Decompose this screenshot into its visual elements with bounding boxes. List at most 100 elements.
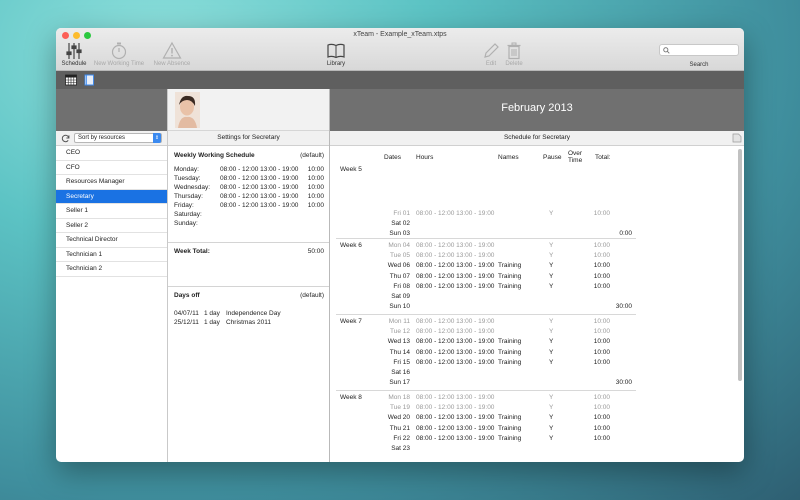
- day-off-name: Christmas 2011: [226, 319, 272, 326]
- calendar-grid-icon[interactable]: [65, 74, 77, 86]
- schedule-row[interactable]: Fri 22 08:00 - 12:00 13:00 - 19:00 Trainin…: [330, 435, 630, 445]
- schedule-date: Thu 14: [389, 348, 410, 356]
- week-divider: [336, 314, 636, 315]
- schedule-row[interactable]: Fri 01 08:00 - 12:00 13:00 - 19:00 Y 10:00: [330, 210, 630, 220]
- weekday-hours: 08:00 - 12:00 13:00 - 19:00: [220, 202, 299, 209]
- sidebar-item[interactable]: Secretary: [56, 189, 167, 204]
- schedule-row[interactable]: Tue 12 08:00 - 12:00 13:00 - 19:00 Y 10:00: [330, 328, 630, 338]
- schedule-pause: Y: [549, 424, 554, 432]
- schedule-hours: 08:00 - 12:00 13:00 - 19:00: [416, 338, 495, 346]
- weekday-total: 10:00: [307, 184, 324, 191]
- delete-button[interactable]: Delete: [502, 41, 526, 67]
- weekday-row: Saturday:: [174, 211, 324, 220]
- edit-button[interactable]: Edit: [480, 41, 502, 67]
- sort-select[interactable]: Sort by resources ⇕: [74, 133, 162, 143]
- sidebar-item[interactable]: Resources Manager: [56, 175, 167, 190]
- week-total-label: Week Total:: [174, 248, 210, 255]
- schedule-row[interactable]: Mon 18 08:00 - 12:00 13:00 - 19:00 Y 10:00: [330, 394, 630, 404]
- new-working-time-button[interactable]: New Working Time: [91, 41, 147, 67]
- schedule-row[interactable]: Wed 13 08:00 - 12:00 13:00 - 19:00 Trainin…: [330, 338, 630, 348]
- new-absence-button[interactable]: New Absence: [150, 41, 194, 67]
- weekly-schedule-title: Weekly Working Schedule: [174, 152, 255, 159]
- schedule-hours: 08:00 - 12:00 13:00 - 19:00: [416, 318, 495, 325]
- schedule-date: Thu 21: [389, 424, 410, 432]
- schedule-row[interactable]: Sat 02: [330, 220, 630, 230]
- schedule-row[interactable]: Thu 21 08:00 - 12:00 13:00 - 19:00 Trainin…: [330, 425, 630, 435]
- weekday-hours: 08:00 - 12:00 13:00 - 19:00: [220, 166, 299, 173]
- divider: [168, 286, 329, 287]
- weekday-label: Thursday:: [174, 193, 203, 200]
- day-off-date: 25/12/11: [174, 319, 199, 326]
- sidebar-item[interactable]: Seller 1: [56, 204, 167, 219]
- schedule-pause: Y: [549, 394, 554, 401]
- schedule-row[interactable]: Wed 20 08:00 - 12:00 13:00 - 19:00 Trainin…: [330, 414, 630, 424]
- weekly-default-label: (default): [300, 152, 324, 159]
- resources-list: CEO CFO Resources Manager Secretary Seller 1…: [56, 146, 167, 277]
- schedule-hours: 08:00 - 12:00 13:00 - 19:00: [416, 404, 495, 412]
- schedule-hours: 08:00 - 12:00 13:00 - 19:00: [416, 348, 495, 356]
- schedule-row[interactable]: Thu 14 08:00 - 12:00 13:00 - 19:00 Trainin…: [330, 349, 630, 359]
- weekday-total: 10:00: [307, 193, 324, 200]
- schedule-total: 10:00: [593, 328, 610, 336]
- schedule-name: Training: [498, 348, 522, 356]
- schedule-row[interactable]: Sat 09: [330, 293, 630, 303]
- app-window: xTeam - Example_xTeam.xtps Schedule New …: [56, 28, 744, 462]
- page-corner-icon[interactable]: [732, 133, 742, 143]
- schedule-date: Tue 19: [390, 404, 410, 412]
- schedule-pause: Y: [549, 434, 554, 442]
- schedule-total: 10:00: [593, 318, 610, 325]
- new-working-time-label: New Working Time: [93, 61, 145, 67]
- schedule-row[interactable]: Mon 11 08:00 - 12:00 13:00 - 19:00 Y 10:00: [330, 318, 630, 328]
- days-off-heading: Days off (default): [174, 292, 324, 299]
- schedule-row[interactable]: Sun 10: [330, 303, 630, 313]
- week-total: 30:00: [615, 303, 632, 311]
- col-pause: Pause: [543, 154, 562, 161]
- sort-select-value: Sort by resources: [78, 135, 126, 141]
- sidebar-item[interactable]: CEO: [56, 146, 167, 161]
- sidebar-item[interactable]: Seller 2: [56, 219, 167, 233]
- day-off-length: 1 day: [204, 310, 220, 317]
- schedule-total: 10:00: [593, 338, 610, 346]
- schedule-total: 10:00: [593, 252, 610, 260]
- schedule-hours: 08:00 - 12:00 13:00 - 19:00: [416, 242, 495, 249]
- schedule-date: Thu 07: [389, 272, 410, 280]
- sidebar-item[interactable]: Technician 2: [56, 262, 167, 277]
- schedule-row[interactable]: Tue 19 08:00 - 12:00 13:00 - 19:00 Y 10:00: [330, 404, 630, 414]
- schedule-hours: 08:00 - 12:00 13:00 - 19:00: [416, 272, 495, 280]
- schedule-hours: 08:00 - 12:00 13:00 - 19:00: [416, 262, 495, 270]
- weekday-row: Thursday: 08:00 - 12:00 13:00 - 19:00 10:0…: [174, 193, 324, 202]
- schedule-row[interactable]: Fri 08 08:00 - 12:00 13:00 - 19:00 Trainin…: [330, 283, 630, 293]
- schedule-hours: 08:00 - 12:00 13:00 - 19:00: [416, 282, 495, 290]
- notebook-icon[interactable]: [83, 74, 95, 86]
- schedule-date: Fri 08: [393, 282, 410, 290]
- schedule-date: Sun 10: [389, 303, 410, 311]
- schedule-label: Schedule: [61, 61, 87, 67]
- sidebar-item[interactable]: Technical Director: [56, 233, 167, 248]
- sidebar-item[interactable]: CFO: [56, 161, 167, 175]
- schedule-pause: Y: [549, 404, 554, 412]
- schedule-button[interactable]: Schedule: [60, 41, 88, 67]
- schedule-pause: Y: [549, 272, 554, 280]
- schedule-row[interactable]: Thu 07 08:00 - 12:00 13:00 - 19:00 Trainin…: [330, 273, 630, 283]
- schedule-date: Mon 04: [388, 242, 410, 249]
- schedule-row[interactable]: Sat 16: [330, 369, 630, 379]
- schedule-row[interactable]: Sat 23: [330, 445, 630, 455]
- schedule-row[interactable]: Tue 05 08:00 - 12:00 13:00 - 19:00 Y 10:00: [330, 252, 630, 262]
- schedule-row[interactable]: Sun 17: [330, 379, 630, 389]
- refresh-icon[interactable]: [61, 134, 70, 143]
- schedule-row[interactable]: Fri 15 08:00 - 12:00 13:00 - 19:00 Trainin…: [330, 359, 630, 369]
- schedule-pause: Y: [549, 328, 554, 336]
- search-input[interactable]: [672, 46, 738, 52]
- library-button[interactable]: Library: [322, 41, 350, 67]
- settings-body: Weekly Working Schedule (default) Monday…: [168, 146, 329, 462]
- schedule-row[interactable]: Mon 04 08:00 - 12:00 13:00 - 19:00 Y 10:00: [330, 242, 630, 252]
- schedule-pause: Y: [549, 242, 554, 249]
- vertical-scrollbar[interactable]: [738, 149, 742, 381]
- sidebar-item[interactable]: Technician 1: [56, 248, 167, 262]
- schedule-total: 10:00: [593, 242, 610, 249]
- schedule-date: Mon 11: [388, 318, 410, 325]
- search-field[interactable]: [659, 44, 739, 56]
- edit-label: Edit: [485, 61, 497, 67]
- schedule-row[interactable]: Wed 06 08:00 - 12:00 13:00 - 19:00 Trainin…: [330, 262, 630, 272]
- week-total: 0:00: [619, 230, 632, 238]
